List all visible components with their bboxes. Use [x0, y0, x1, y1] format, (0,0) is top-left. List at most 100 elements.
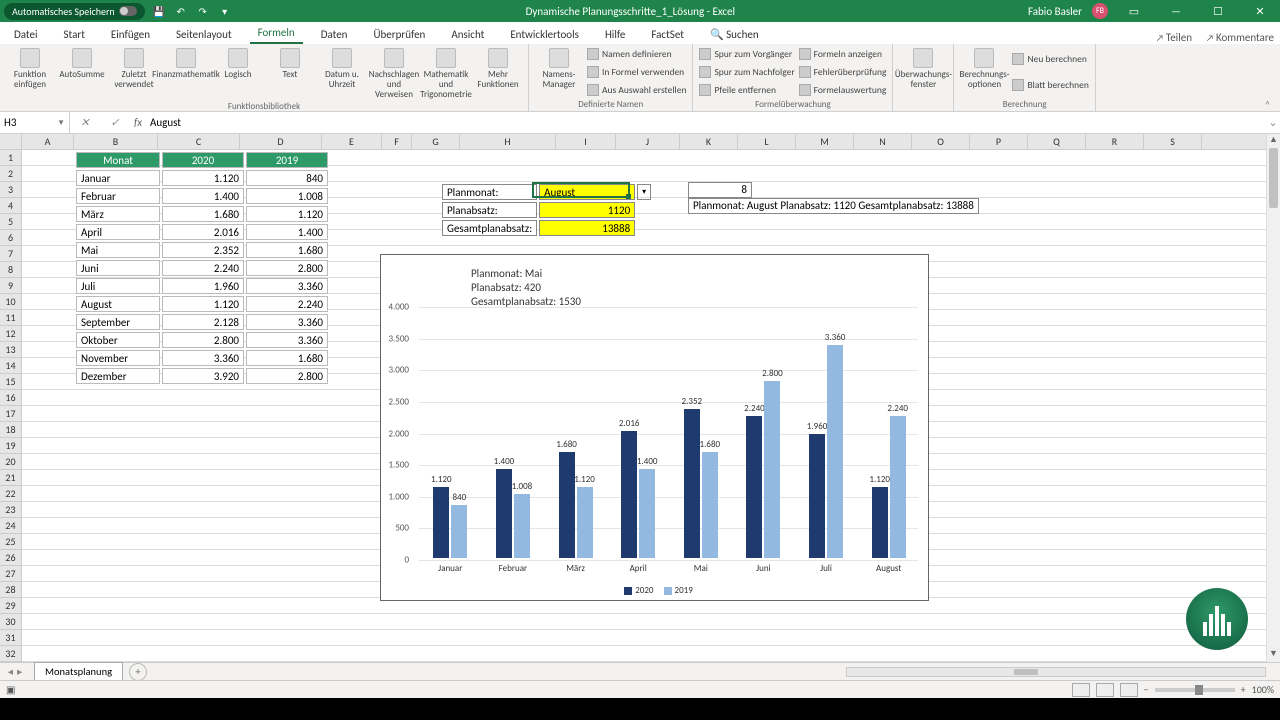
row-header-21[interactable]: 21	[0, 470, 21, 486]
row-header-25[interactable]: 25	[0, 534, 21, 550]
table-row[interactable]: Dezember3.9202.800	[76, 368, 328, 384]
row-header-22[interactable]: 22	[0, 486, 21, 502]
add-sheet-button[interactable]: +	[129, 663, 147, 681]
tab-formeln[interactable]: Formeln	[250, 23, 303, 44]
table-row[interactable]: April2.0161.400	[76, 224, 328, 240]
scroll-up-icon[interactable]: ▲	[1267, 134, 1280, 148]
row-header-19[interactable]: 19	[0, 438, 21, 454]
watch-window-button[interactable]: Überwachungs-fenster	[899, 46, 947, 98]
page-layout-view-icon[interactable]	[1096, 683, 1114, 697]
autosum-button[interactable]: AutoSumme	[58, 46, 106, 100]
col-header-K[interactable]: K	[680, 134, 738, 149]
row-header-17[interactable]: 17	[0, 406, 21, 422]
save-icon[interactable]: 💾	[151, 3, 167, 19]
maximize-icon[interactable]: ☐	[1202, 5, 1234, 18]
insert-function-button[interactable]: Funktion einfügen	[6, 46, 54, 100]
horizontal-scrollbar[interactable]	[846, 667, 1266, 677]
planmonat-value[interactable]: August	[539, 184, 635, 200]
row-header-11[interactable]: 11	[0, 310, 21, 326]
math-trig-button[interactable]: Mathematik und Trigonometrie	[422, 46, 470, 100]
sheet-nav[interactable]: ◂▸	[0, 665, 30, 678]
col-header-P[interactable]: P	[970, 134, 1028, 149]
row-header-26[interactable]: 26	[0, 550, 21, 566]
col-header-R[interactable]: R	[1086, 134, 1144, 149]
table-row[interactable]: Januar1.120840	[76, 170, 328, 186]
col-header-H[interactable]: H	[460, 134, 556, 149]
financial-button[interactable]: Finanzmathematik	[162, 46, 210, 100]
error-checking-button[interactable]: Fehlerüberprüfung	[799, 66, 887, 78]
col-header-I[interactable]: I	[556, 134, 616, 149]
select-all-corner[interactable]	[0, 134, 22, 150]
table-row[interactable]: Oktober2.8003.360	[76, 332, 328, 348]
row-header-15[interactable]: 15	[0, 374, 21, 390]
show-formulas-button[interactable]: Formeln anzeigen	[799, 48, 887, 60]
row-header-24[interactable]: 24	[0, 518, 21, 534]
col-header-B[interactable]: B	[74, 134, 158, 149]
col-header-N[interactable]: N	[854, 134, 912, 149]
row-header-7[interactable]: 7	[0, 246, 21, 262]
sheet-tab-active[interactable]: Monatsplanung	[34, 662, 123, 682]
autosave-toggle[interactable]: Automatisches Speichern	[4, 3, 145, 20]
plan-table[interactable]: Planmonat: August ▾ Planabsatz: 1120 Ges…	[440, 182, 653, 238]
gesamt-value[interactable]: 13888	[539, 220, 635, 236]
tab-start[interactable]: Start	[56, 25, 93, 44]
evaluate-formula-button[interactable]: Formelauswertung	[799, 84, 887, 96]
share-button[interactable]: Teilen	[1156, 31, 1192, 44]
ribbon-display-icon[interactable]: ▭	[1118, 5, 1150, 18]
col-header-C[interactable]: C	[158, 134, 240, 149]
row-header-27[interactable]: 27	[0, 566, 21, 582]
trace-precedents-button[interactable]: Spur zum Vorgänger	[699, 48, 794, 60]
col-header-F[interactable]: F	[382, 134, 412, 149]
close-icon[interactable]: ✕	[1244, 5, 1276, 18]
col-header-J[interactable]: J	[616, 134, 680, 149]
table-row[interactable]: Juni2.2402.800	[76, 260, 328, 276]
col-header-G[interactable]: G	[412, 134, 460, 149]
calculation-options-button[interactable]: Berechnungs-optionen	[960, 46, 1008, 98]
row-header-30[interactable]: 30	[0, 614, 21, 630]
zoom-level[interactable]: 100%	[1252, 683, 1274, 696]
col-header-E[interactable]: E	[322, 134, 382, 149]
record-macro-icon[interactable]: ▣	[6, 683, 15, 696]
expand-formula-bar-icon[interactable]: ⌄	[1266, 116, 1280, 129]
comments-button[interactable]: Kommentare	[1206, 31, 1274, 44]
tab-ansicht[interactable]: Ansicht	[443, 25, 492, 44]
use-in-formula-button[interactable]: In Formel verwenden	[587, 66, 686, 78]
row-header-3[interactable]: 3	[0, 182, 21, 198]
tab-ueberpruefen[interactable]: Überprüfen	[365, 25, 433, 44]
zoom-out-icon[interactable]: −	[1144, 683, 1149, 696]
avatar[interactable]: FB	[1092, 3, 1108, 19]
tab-hilfe[interactable]: Hilfe	[597, 25, 633, 44]
recently-used-button[interactable]: Zuletzt verwendet	[110, 46, 158, 100]
row-header-20[interactable]: 20	[0, 454, 21, 470]
month-number-cell[interactable]: 8	[688, 182, 752, 198]
remove-arrows-button[interactable]: Pfeile entfernen	[699, 84, 794, 96]
tab-datei[interactable]: Datei	[6, 25, 46, 44]
zoom-in-icon[interactable]: +	[1241, 683, 1246, 696]
col-header-Q[interactable]: Q	[1028, 134, 1086, 149]
scroll-down-icon[interactable]: ▼	[1267, 648, 1280, 662]
redo-icon[interactable]: ↷	[195, 3, 211, 19]
column-headers[interactable]: ABCDEFGHIJKLMNOPQRS	[22, 134, 1266, 150]
col-header-M[interactable]: M	[796, 134, 854, 149]
row-header-23[interactable]: 23	[0, 502, 21, 518]
row-headers[interactable]: 1234567891011121314151617181920212223242…	[0, 150, 22, 662]
row-header-9[interactable]: 9	[0, 278, 21, 294]
table-row[interactable]: Februar1.4001.008	[76, 188, 328, 204]
accept-formula-icon[interactable]: ✓	[110, 116, 119, 129]
more-functions-button[interactable]: Mehr Funktionen	[474, 46, 522, 100]
row-header-18[interactable]: 18	[0, 422, 21, 438]
row-header-14[interactable]: 14	[0, 358, 21, 374]
scrollbar-thumb[interactable]	[1269, 148, 1278, 208]
name-box[interactable]: H3▼	[0, 112, 70, 133]
formula-input[interactable]: August	[146, 116, 1266, 129]
logical-button[interactable]: Logisch	[214, 46, 262, 100]
row-header-6[interactable]: 6	[0, 230, 21, 246]
row-header-10[interactable]: 10	[0, 294, 21, 310]
calculate-now-button[interactable]: Neu berechnen	[1012, 53, 1088, 65]
row-header-5[interactable]: 5	[0, 214, 21, 230]
col-header-D[interactable]: D	[240, 134, 322, 149]
fx-icon[interactable]: fx	[130, 116, 146, 129]
tab-entwicklertools[interactable]: Entwicklertools	[502, 25, 587, 44]
tab-daten[interactable]: Daten	[313, 25, 356, 44]
info-line[interactable]: Planmonat: August Planabsatz: 1120 Gesam…	[688, 198, 979, 214]
